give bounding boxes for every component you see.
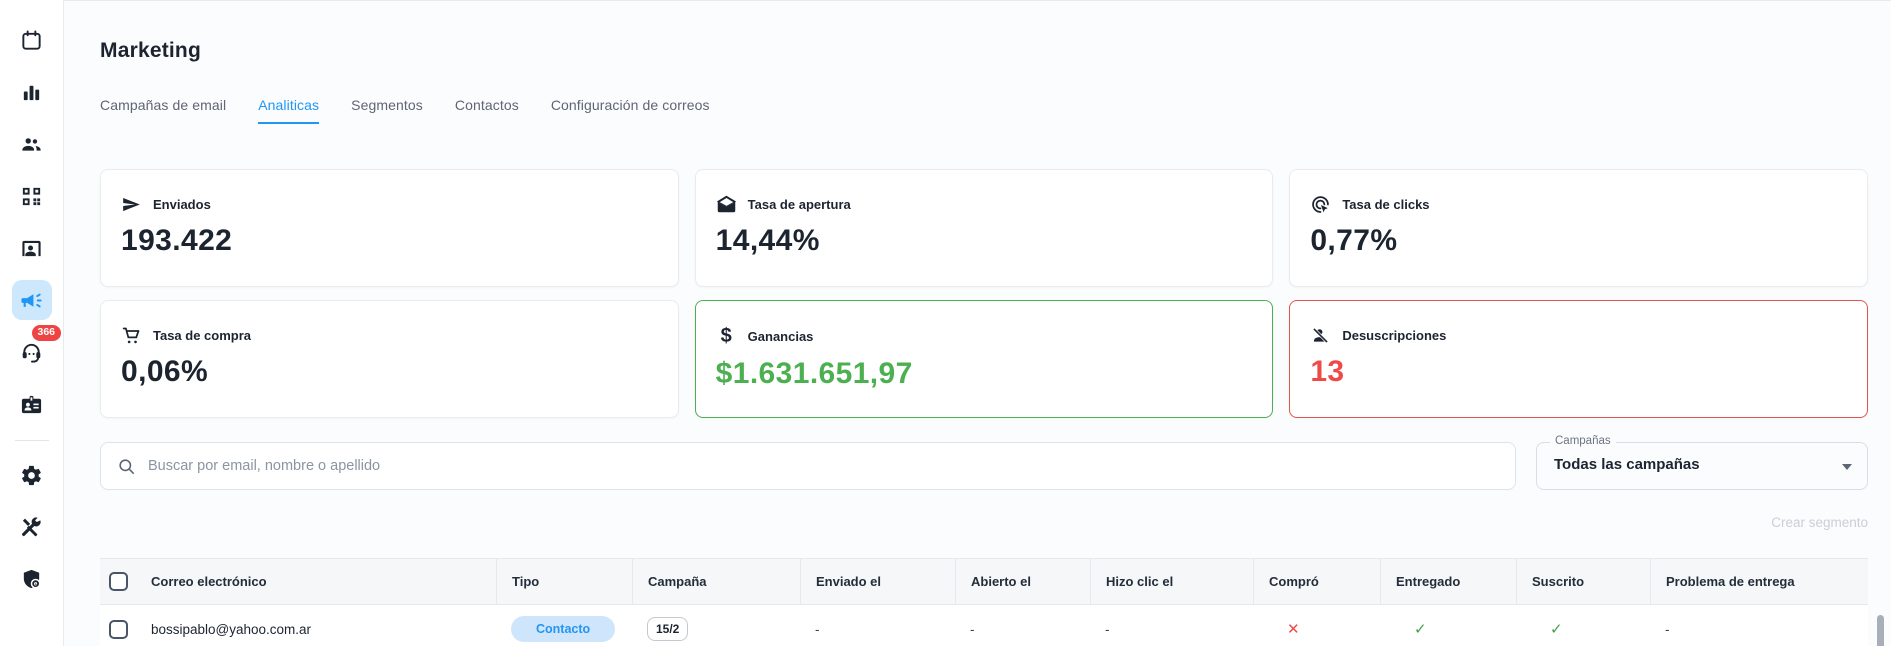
stat-card-tasa-clicks: Tasa de clicks 0,77% <box>1289 169 1868 287</box>
segment-row: Crear segmento <box>100 514 1868 532</box>
stat-value: 0,77% <box>1310 224 1398 257</box>
tab-configuracion-de-correos[interactable]: Configuración de correos <box>551 97 710 124</box>
sidebar-item-settings[interactable] <box>12 455 52 495</box>
stat-label: Tasa de apertura <box>747 197 851 212</box>
tipo-badge: Contacto <box>511 616 616 642</box>
sidebar: 366 e <box>0 0 64 646</box>
stat-card-tasa-apertura: Tasa de apertura 14,44% <box>694 169 1274 287</box>
sidebar-item-tools[interactable] <box>12 507 52 547</box>
tab-contactos[interactable]: Contactos <box>455 97 519 124</box>
create-segment-button[interactable]: Crear segmento <box>1771 515 1868 530</box>
stat-card-enviados: Enviados 193.422 <box>100 169 679 287</box>
search-input[interactable] <box>148 458 1499 474</box>
stat-value: 193.422 <box>121 224 233 257</box>
tab-bar: Campañas de email Analiticas Segmentos C… <box>100 97 1868 124</box>
search-icon <box>119 458 135 474</box>
col-tipo: Tipo <box>496 559 632 604</box>
search-box[interactable] <box>100 442 1516 490</box>
open-envelope-icon <box>716 195 736 213</box>
cell-email: bossipablo@yahoo.com.ar <box>151 621 312 637</box>
table-scrollbar[interactable] <box>1877 615 1884 646</box>
row-checkbox[interactable] <box>109 619 128 639</box>
stat-card-desuscripciones: Desuscripciones 13 <box>1289 300 1868 418</box>
page-title: Marketing <box>100 39 201 62</box>
chevron-down-icon <box>1842 464 1852 470</box>
col-compro: Compró <box>1253 559 1380 604</box>
dollar-icon: $ <box>720 325 732 347</box>
check-icon: ✓ <box>1550 621 1563 638</box>
stat-value: $1.631.651,97 <box>715 357 913 390</box>
id-badge-icon <box>21 395 42 413</box>
shield-icon: e <box>23 569 41 589</box>
stat-value: 13 <box>1310 355 1345 388</box>
sidebar-divider <box>14 440 49 441</box>
sidebar-item-support[interactable]: 366 <box>12 325 62 372</box>
sidebar-item-security[interactable]: e <box>12 559 52 599</box>
cross-icon: ✕ <box>1287 621 1300 638</box>
contacts-table: Correo electrónico Tipo Campaña Enviado … <box>100 558 1868 646</box>
cart-icon <box>122 327 140 344</box>
gear-icon <box>22 465 41 485</box>
col-campana: Campaña <box>632 559 800 604</box>
table-row[interactable]: bossipablo@yahoo.com.ar Contacto 15/2 - … <box>100 605 1868 646</box>
campaign-select-value: Todas las campañas <box>1554 456 1700 473</box>
bar-chart-icon <box>23 85 40 100</box>
cell-problema-de-entrega: - <box>1665 621 1670 637</box>
sidebar-item-marketing[interactable] <box>11 280 52 320</box>
tools-icon <box>21 516 41 536</box>
tab-segmentos[interactable]: Segmentos <box>351 97 423 124</box>
cell-hizo-clic-el: - <box>1105 621 1110 637</box>
select-all-checkbox[interactable] <box>109 572 128 591</box>
cell-enviado-el: - <box>815 621 820 637</box>
send-icon <box>123 197 140 212</box>
sidebar-item-calendar[interactable] <box>12 20 52 60</box>
campaign-select-label: Campañas <box>1550 435 1616 447</box>
headset-icon <box>22 343 41 363</box>
col-abierto-el: Abierto el <box>955 559 1090 604</box>
cell-abierto-el: - <box>970 621 975 637</box>
unsubscribe-icon <box>1313 327 1329 344</box>
tab-analiticas[interactable]: Analiticas <box>258 97 320 124</box>
contact-card-icon <box>22 240 41 256</box>
users-icon <box>22 137 41 151</box>
sidebar-item-contacts[interactable] <box>12 228 52 268</box>
sidebar-item-users[interactable] <box>12 124 52 164</box>
col-entregado: Entregado <box>1380 559 1516 604</box>
sidebar-item-badge[interactable] <box>12 384 52 424</box>
stats-grid: Enviados 193.422 Tasa de apertura 14,44% <box>100 169 1868 418</box>
col-problema-de-entrega: Problema de entrega <box>1650 559 1868 604</box>
app-window: 366 e Marketing Campañas de email Analit… <box>0 0 1891 646</box>
stat-label: Tasa de clicks <box>1342 197 1430 212</box>
tab-campanas-de-email[interactable]: Campañas de email <box>100 97 226 124</box>
stat-label: Ganancias <box>747 329 814 344</box>
stat-card-tasa-compra: Tasa de compra 0,06% <box>100 300 679 418</box>
qr-code-icon <box>22 187 41 205</box>
stat-value: 14,44% <box>715 224 820 257</box>
filter-row: Campañas Todas las campañas <box>100 435 1868 490</box>
svg-text:e: e <box>34 580 38 587</box>
col-correo-electronico: Correo electrónico <box>151 574 267 589</box>
campana-badge: 15/2 <box>647 617 689 641</box>
col-hizo-clic-el: Hizo clic el <box>1090 559 1253 604</box>
col-suscrito: Suscrito <box>1516 559 1650 604</box>
stat-value: 0,06% <box>121 355 209 388</box>
campaign-select[interactable]: Campañas Todas las campañas <box>1536 435 1868 490</box>
calendar-icon <box>22 29 41 50</box>
stat-label: Desuscripciones <box>1342 328 1447 343</box>
sidebar-item-qr[interactable] <box>12 176 52 216</box>
table-header: Correo electrónico Tipo Campaña Enviado … <box>100 558 1868 605</box>
stat-label: Enviados <box>153 197 211 212</box>
check-icon: ✓ <box>1414 621 1427 638</box>
col-enviado-el: Enviado el <box>800 559 955 604</box>
megaphone-icon <box>21 293 42 307</box>
sidebar-item-analytics[interactable] <box>12 72 52 112</box>
click-icon <box>1312 196 1330 213</box>
stat-label: Tasa de compra <box>153 328 252 343</box>
notification-badge: 366 <box>31 325 62 341</box>
stat-card-ganancias: $ Ganancias $1.631.651,97 <box>694 300 1274 418</box>
main-content: Marketing Campañas de email Analiticas S… <box>64 0 1891 646</box>
